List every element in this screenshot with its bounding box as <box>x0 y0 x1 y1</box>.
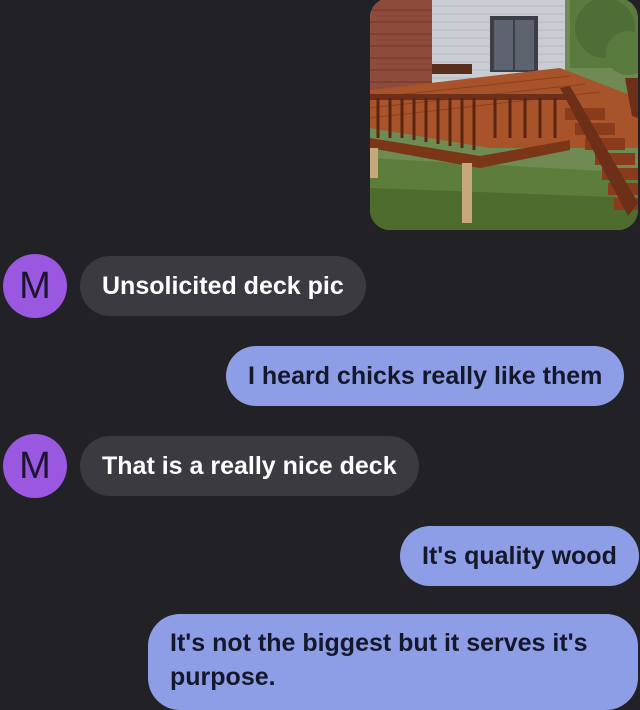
deck-photo-icon <box>370 0 638 230</box>
message-text: That is a really nice deck <box>102 452 397 480</box>
message-text: I heard chicks really like them <box>248 362 603 390</box>
deck-photo-message[interactable] <box>370 0 638 230</box>
outgoing-message-bubble[interactable]: It's not the biggest but it serves it's … <box>148 614 638 710</box>
avatar[interactable]: M <box>3 254 67 318</box>
avatar[interactable]: M <box>3 434 67 498</box>
message-thread: M Unsolicited deck pic I heard chicks re… <box>0 0 640 710</box>
incoming-message-bubble[interactable]: That is a really nice deck <box>80 436 419 496</box>
incoming-message-bubble[interactable]: Unsolicited deck pic <box>80 256 366 316</box>
message-text: Unsolicited deck pic <box>102 272 344 300</box>
message-text: It's quality wood <box>422 542 617 570</box>
outgoing-message-bubble[interactable]: I heard chicks really like them <box>226 346 625 406</box>
message-text: It's not the biggest but it serves it's … <box>170 629 588 691</box>
outgoing-message-bubble[interactable]: It's quality wood <box>400 526 639 586</box>
